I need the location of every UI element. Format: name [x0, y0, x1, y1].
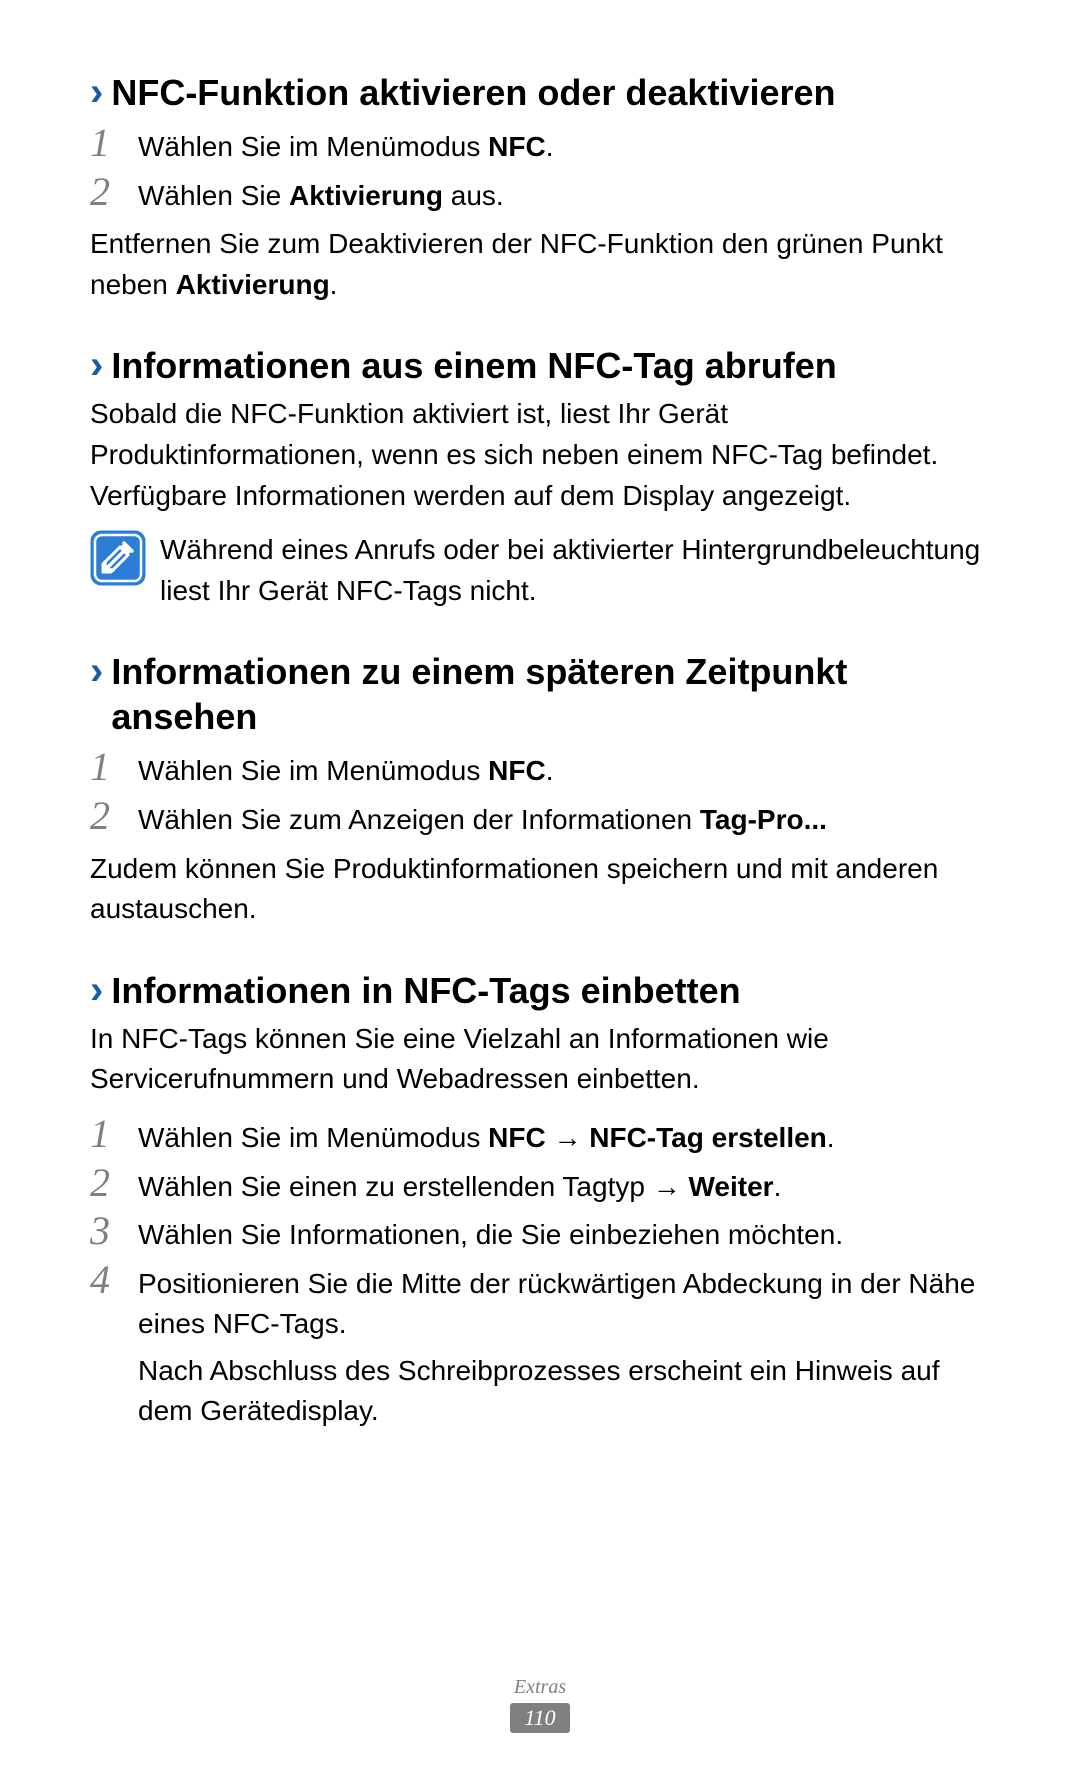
- page-number: 110: [510, 1703, 569, 1733]
- step-number: 2: [90, 170, 138, 214]
- chevron-icon: ›: [90, 649, 103, 693]
- step-number: 1: [90, 745, 138, 789]
- chevron-icon: ›: [90, 343, 103, 387]
- arrow-icon: →: [653, 1171, 689, 1202]
- step-1: 1 Wählen Sie im Menümodus NFC.: [90, 745, 990, 792]
- chevron-icon: ›: [90, 968, 103, 1012]
- heading: › NFC-Funktion aktivieren oder deaktivie…: [90, 70, 990, 115]
- heading: › Informationen aus einem NFC-Tag abrufe…: [90, 343, 990, 388]
- note-text: Während eines Anrufs oder bei aktivierte…: [160, 530, 990, 611]
- step-text: Wählen Sie im Menümodus NFC.: [138, 121, 990, 168]
- step-number: 2: [90, 1161, 138, 1205]
- step-2: 2 Wählen Sie zum Anzeigen der Informatio…: [90, 794, 990, 841]
- step-3: 3 Wählen Sie Informationen, die Sie einb…: [90, 1209, 990, 1256]
- paragraph: In NFC-Tags können Sie eine Vielzahl an …: [90, 1019, 990, 1100]
- section-activate-nfc: › NFC-Funktion aktivieren oder deaktivie…: [90, 70, 990, 305]
- paragraph: Zudem können Sie Produktinformationen sp…: [90, 849, 990, 930]
- heading-text: Informationen in NFC-Tags einbetten: [111, 968, 740, 1013]
- paragraph: Entfernen Sie zum Deaktivieren der NFC-F…: [90, 224, 990, 305]
- heading: › Informationen in NFC-Tags einbetten: [90, 968, 990, 1013]
- step-text: Wählen Sie Aktivierung aus.: [138, 170, 990, 217]
- footer-category: Extras: [0, 1676, 1080, 1699]
- heading-text: NFC-Funktion aktivieren oder deaktiviere…: [111, 70, 835, 115]
- step-text: Wählen Sie im Menümodus NFC → NFC-Tag er…: [138, 1112, 990, 1159]
- heading: › Informationen zu einem späteren Zeitpu…: [90, 649, 990, 739]
- page-footer: Extras 110: [0, 1676, 1080, 1733]
- heading-text: Informationen zu einem späteren Zeitpunk…: [111, 649, 990, 739]
- section-view-later: › Informationen zu einem späteren Zeitpu…: [90, 649, 990, 929]
- note-icon: [90, 530, 146, 586]
- paragraph: Sobald die NFC-Funktion aktiviert ist, l…: [90, 394, 990, 516]
- arrow-icon: →: [546, 1122, 590, 1153]
- section-read-nfc-tag: › Informationen aus einem NFC-Tag abrufe…: [90, 343, 990, 611]
- step-text: Wählen Sie einen zu erstellenden Tagtyp …: [138, 1161, 990, 1208]
- step-number: 3: [90, 1209, 138, 1253]
- step-number: 2: [90, 794, 138, 838]
- section-embed-nfc: › Informationen in NFC-Tags einbetten In…: [90, 968, 990, 1432]
- step-text: Wählen Sie zum Anzeigen der Informatione…: [138, 794, 990, 841]
- step-number: 4: [90, 1258, 138, 1302]
- step-4: 4 Positionieren Sie die Mitte der rückwä…: [90, 1258, 990, 1432]
- step-number: 1: [90, 1112, 138, 1156]
- step-2: 2 Wählen Sie einen zu erstellenden Tagty…: [90, 1161, 990, 1208]
- step-text: Positionieren Sie die Mitte der rückwärt…: [138, 1258, 990, 1432]
- step-number: 1: [90, 121, 138, 165]
- step-text: Wählen Sie im Menümodus NFC.: [138, 745, 990, 792]
- step-1: 1 Wählen Sie im Menümodus NFC → NFC-Tag …: [90, 1112, 990, 1159]
- heading-text: Informationen aus einem NFC-Tag abrufen: [111, 343, 836, 388]
- chevron-icon: ›: [90, 70, 103, 114]
- step-1: 1 Wählen Sie im Menümodus NFC.: [90, 121, 990, 168]
- note-box: Während eines Anrufs oder bei aktivierte…: [90, 530, 990, 611]
- step-text: Wählen Sie Informationen, die Sie einbez…: [138, 1209, 990, 1256]
- page-content: › NFC-Funktion aktivieren oder deaktivie…: [0, 0, 1080, 1432]
- step-2: 2 Wählen Sie Aktivierung aus.: [90, 170, 990, 217]
